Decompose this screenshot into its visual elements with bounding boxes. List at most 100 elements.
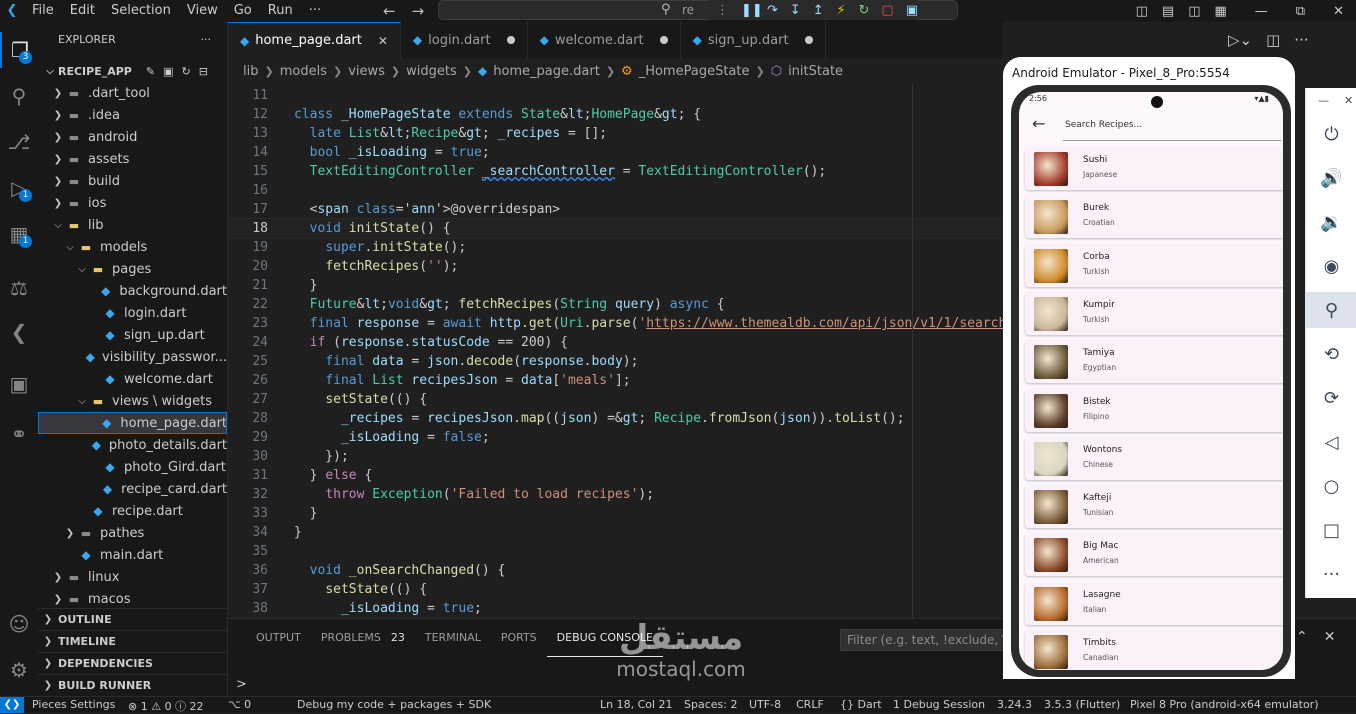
phone-screen[interactable]: 2:56 ▾▲▮ ← Search Recipes... Sushi Japane…	[1019, 92, 1283, 670]
recipe-card[interactable]: Big Mac American	[1025, 534, 1283, 577]
tree-file[interactable]: ◆ recipe_card.dart	[38, 478, 227, 500]
unsaved-dot-icon[interactable]	[804, 36, 813, 44]
search-recipes-input[interactable]: Search Recipes...	[1065, 120, 1142, 130]
explorer-icon[interactable]: ❐ 3	[0, 32, 38, 68]
pieces-icon[interactable]: ⚭	[0, 416, 38, 452]
back-arrow-icon[interactable]: ←	[383, 2, 396, 20]
breadcrumb-item[interactable]: initState	[788, 64, 843, 79]
back-nav-icon[interactable]: ◁	[1306, 424, 1356, 460]
breadcrumb-item[interactable]: widgets	[406, 64, 457, 79]
code-line[interactable]: 29 _isLoading = false;	[228, 428, 1003, 447]
recipe-card[interactable]: Lasagne Italian	[1025, 582, 1283, 625]
tree-folder[interactable]: ⌵ ▬ views \ widgets	[38, 390, 227, 412]
customize-layout-icon[interactable]: ▦	[1215, 4, 1227, 19]
unsaved-dot-icon[interactable]	[659, 36, 668, 44]
recipe-card[interactable]: Bistek Filipino	[1025, 389, 1283, 432]
code-line[interactable]: 27 setState(() {	[228, 390, 1003, 409]
tree-folder[interactable]: ❯ ▬ macos	[38, 588, 227, 610]
unsaved-dot-icon[interactable]	[506, 36, 515, 44]
emulator-minimize-icon[interactable]: —	[1318, 94, 1329, 107]
status-flutter-version[interactable]: 3.5.3 (Flutter)	[1044, 698, 1120, 711]
tree-folder[interactable]: ❯ ▬ linux	[38, 566, 227, 588]
recipe-card[interactable]: Sushi Japanese	[1025, 148, 1283, 190]
status-eol[interactable]: CRLF	[796, 698, 824, 711]
workspace-root[interactable]: ⌵ RECIPE_APP ✎▣↻⊟	[38, 60, 227, 82]
tree-folder[interactable]: ❯ ▬ .dart_tool	[38, 82, 227, 104]
extensions-icon[interactable]: ▦ 1	[0, 216, 38, 252]
console-prompt[interactable]: >	[236, 677, 247, 692]
close-panel-icon[interactable]: ✕	[1324, 629, 1336, 645]
code-line[interactable]: 24 if (response.statusCode == 200) {	[228, 333, 1003, 352]
build-runner-section[interactable]: ❯ BUILD RUNNER	[38, 674, 227, 696]
code-line[interactable]: 19 super.initState();	[228, 238, 1003, 257]
maximize-icon[interactable]: ⧉	[1296, 4, 1305, 19]
code-line[interactable]: 25 final data = json.decode(response.bod…	[228, 352, 1003, 371]
code-line[interactable]: 21 }	[228, 276, 1003, 295]
tree-folder[interactable]: ❯ ▬ build	[38, 170, 227, 192]
menu-edit[interactable]: Edit	[62, 0, 103, 22]
recipe-card[interactable]: Corba Turkish	[1025, 244, 1283, 287]
code-line[interactable]: 37 setState(() {	[228, 580, 1003, 599]
tree-file[interactable]: ◆ photo_Gird.dart	[38, 456, 227, 478]
menu-view[interactable]: View	[179, 0, 226, 22]
tree-file[interactable]: ◆ welcome.dart	[38, 368, 227, 390]
status-device[interactable]: Pixel 8 Pro (android-x64 emulator)	[1130, 698, 1319, 711]
run-debug-icon[interactable]: ▷ 1	[0, 170, 38, 206]
recipe-card[interactable]: Timbits Canadian	[1025, 631, 1283, 670]
step-over-icon[interactable]: ↷	[767, 3, 778, 18]
tab-welcome[interactable]: ◆ welcome.dart	[528, 22, 681, 58]
code-line[interactable]: 38 _isLoading = true;	[228, 599, 1003, 618]
tree-folder[interactable]: ⌵ ▬ pages	[38, 258, 227, 280]
status-indentation[interactable]: Spaces: 2	[684, 698, 737, 711]
tree-file[interactable]: ◆ login.dart	[38, 302, 227, 324]
rotate-right-icon[interactable]: ⟳	[1306, 380, 1356, 416]
menu-more[interactable]: ···	[301, 0, 329, 22]
devtools-icon[interactable]: ▣	[906, 3, 918, 18]
code-line[interactable]: 26 final List recipesJson = data['meals'…	[228, 371, 1003, 390]
code-line[interactable]: 33 }	[228, 504, 1003, 523]
minimize-icon[interactable]: —	[1255, 4, 1268, 19]
code-line[interactable]: 16	[228, 181, 1003, 200]
status-language[interactable]: {} Dart	[840, 698, 882, 711]
status-debug-mode[interactable]: Debug my code + packages + SDK	[297, 698, 491, 711]
recipe-card[interactable]: Wontons Chinese	[1025, 437, 1283, 480]
forward-arrow-icon[interactable]: →	[412, 2, 425, 20]
recipe-card[interactable]: Burek Croatian	[1025, 196, 1283, 239]
tree-file[interactable]: ◆ visibility_passwor...	[38, 346, 227, 368]
split-editor-icon[interactable]: ◫	[1266, 31, 1280, 49]
code-line[interactable]: 30 });	[228, 447, 1003, 466]
status-debug-session[interactable]: 1 Debug Session	[893, 698, 985, 711]
status-encoding[interactable]: UTF-8	[749, 698, 781, 711]
power-icon[interactable]: ⏻	[1306, 116, 1356, 152]
code-line[interactable]: 28 _recipes = recipesJson.map((json) =&g…	[228, 409, 1003, 428]
tree-folder[interactable]: ❯ ▬ assets	[38, 148, 227, 170]
close-window-icon[interactable]: ✕	[1333, 4, 1344, 19]
breadcrumb-item[interactable]: models	[280, 64, 327, 79]
recipe-card[interactable]: Kafteji Tunisian	[1025, 486, 1283, 529]
code-line[interactable]: 17 <span class='ann'>@overridespan>	[228, 200, 1003, 219]
step-out-icon[interactable]: ↥	[813, 3, 824, 18]
overview-nav-icon[interactable]: □	[1306, 512, 1356, 548]
back-arrow-icon[interactable]: ←	[1032, 114, 1045, 133]
flutter-icon[interactable]: ❮	[0, 314, 38, 350]
recipe-card[interactable]: Tamiya Egyptian	[1025, 341, 1283, 384]
close-tab-icon[interactable]: ✕	[378, 34, 388, 48]
stop-icon[interactable]: ▢	[881, 3, 893, 18]
code-line[interactable]: 32 throw Exception('Failed to load recip…	[228, 485, 1003, 504]
tree-folder[interactable]: ⌵ ▬ models	[38, 236, 227, 258]
dependencies-section[interactable]: ❯ DEPENDENCIES	[38, 652, 227, 674]
menu-selection[interactable]: Selection	[103, 0, 179, 22]
tab-output[interactable]: OUTPUT	[246, 619, 311, 657]
status-ports[interactable]: ⌥ 0	[228, 698, 251, 711]
toggle-secondary-sidebar-icon[interactable]: ◫	[1188, 4, 1200, 19]
more-options-icon[interactable]: ···	[1306, 556, 1356, 592]
source-control-icon[interactable]: ⎇	[0, 124, 38, 160]
run-icon[interactable]: ▷⌄	[1228, 31, 1252, 49]
code-line[interactable]: 31 } else {	[228, 466, 1003, 485]
tab-login[interactable]: ◆ login.dart	[401, 22, 528, 58]
breadcrumb-item[interactable]: home_page.dart	[493, 64, 600, 79]
tree-file[interactable]: ◆ photo_details.dart	[38, 434, 227, 456]
code-line[interactable]: 23 final response = await http.get(Uri.p…	[228, 314, 1003, 333]
drag-handle-icon[interactable]: ⋮	[716, 3, 729, 18]
explorer-more-icon[interactable]: ···	[201, 33, 212, 46]
